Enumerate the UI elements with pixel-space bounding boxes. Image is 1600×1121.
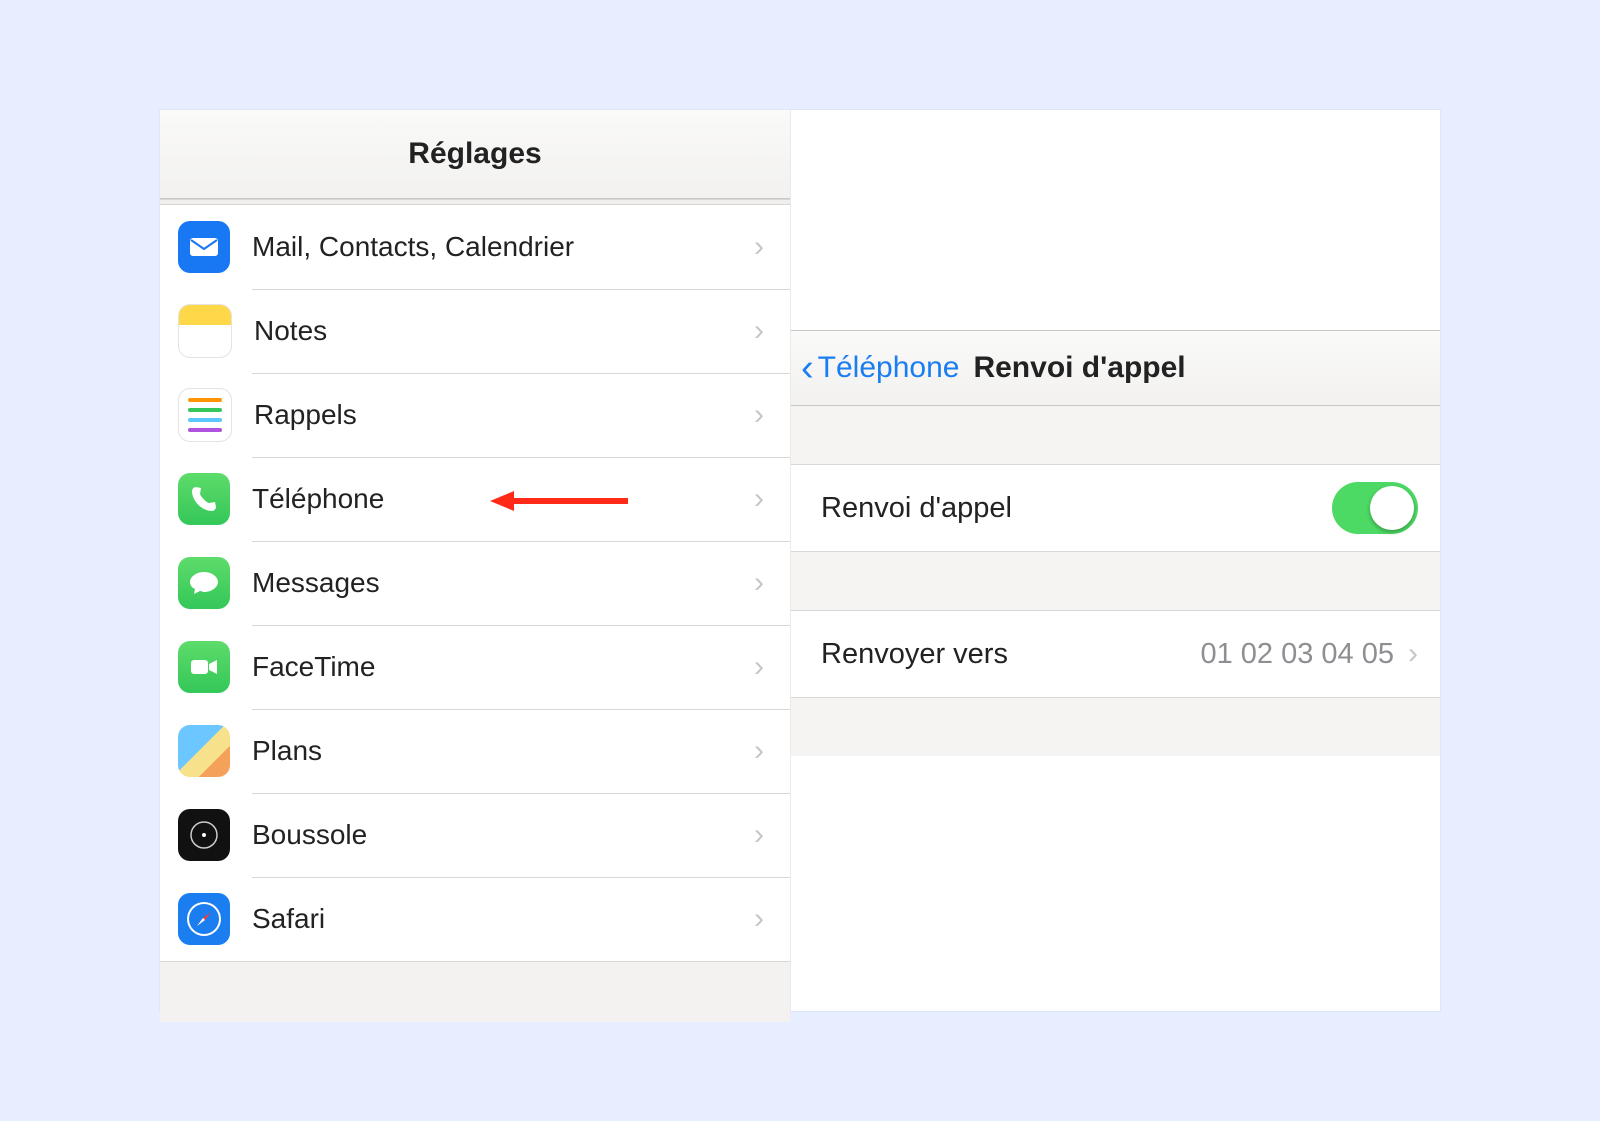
settings-item-compass[interactable]: Boussole ›	[160, 793, 790, 877]
forward-to-row[interactable]: Renvoyer vers 01 02 03 04 05 ›	[791, 610, 1440, 698]
settings-item-label: Notes	[254, 315, 754, 347]
reminders-icon	[178, 388, 232, 442]
screenshot-pair: Réglages Mail, Contacts, Calendrier › No…	[160, 110, 1440, 1011]
settings-item-label: Téléphone	[252, 483, 754, 515]
settings-item-label: Safari	[252, 903, 754, 935]
chevron-right-icon: ›	[754, 314, 790, 348]
messages-icon	[178, 557, 230, 609]
settings-item-label: Mail, Contacts, Calendrier	[252, 231, 754, 263]
call-forwarding-toggle-row[interactable]: Renvoi d'appel	[791, 464, 1440, 552]
chevron-right-icon: ›	[754, 818, 790, 852]
facetime-icon	[178, 641, 230, 693]
settings-item-messages[interactable]: Messages ›	[160, 541, 790, 625]
forward-to-value: 01 02 03 04 05	[1200, 638, 1394, 671]
settings-item-mail[interactable]: Mail, Contacts, Calendrier ›	[160, 205, 790, 289]
detail-navbar: ‹ Téléphone Renvoi d'appel	[791, 330, 1440, 406]
settings-navbar: Réglages	[160, 110, 790, 199]
notes-icon	[178, 304, 232, 358]
phone-icon	[178, 473, 230, 525]
settings-item-notes[interactable]: Notes ›	[160, 289, 790, 373]
detail-title: Renvoi d'appel	[973, 351, 1185, 385]
call-forwarding-toggle[interactable]	[1332, 482, 1418, 534]
settings-item-label: Rappels	[254, 399, 754, 431]
settings-item-label: Plans	[252, 735, 754, 767]
forward-to-label: Renvoyer vers	[821, 638, 1008, 671]
settings-item-label: FaceTime	[252, 651, 754, 683]
chevron-right-icon: ›	[754, 650, 790, 684]
section-gap	[791, 406, 1440, 464]
chevron-right-icon: ›	[1408, 637, 1418, 671]
back-button[interactable]: Téléphone	[818, 351, 960, 385]
section-gap	[791, 698, 1440, 756]
settings-item-phone[interactable]: Téléphone ›	[160, 457, 790, 541]
maps-icon	[178, 725, 230, 777]
call-forwarding-pane: ‹ Téléphone Renvoi d'appel Renvoi d'appe…	[791, 110, 1440, 1011]
chevron-right-icon: ›	[754, 566, 790, 600]
chevron-right-icon: ›	[754, 482, 790, 516]
chevron-right-icon: ›	[754, 734, 790, 768]
toggle-label: Renvoi d'appel	[821, 492, 1012, 525]
settings-item-label: Boussole	[252, 819, 754, 851]
list-footer-gap	[160, 961, 790, 1022]
compass-icon	[178, 809, 230, 861]
settings-item-reminders[interactable]: Rappels ›	[160, 373, 790, 457]
settings-item-safari[interactable]: Safari ›	[160, 877, 790, 961]
mail-icon	[178, 221, 230, 273]
settings-item-maps[interactable]: Plans ›	[160, 709, 790, 793]
blank-top	[791, 110, 1440, 330]
back-chevron-icon[interactable]: ‹	[801, 349, 814, 387]
settings-list: Mail, Contacts, Calendrier › Notes › Rap…	[160, 205, 790, 961]
section-gap	[791, 552, 1440, 610]
chevron-right-icon: ›	[754, 230, 790, 264]
chevron-right-icon: ›	[754, 398, 790, 432]
safari-icon	[178, 893, 230, 945]
settings-title: Réglages	[408, 137, 541, 171]
settings-item-facetime[interactable]: FaceTime ›	[160, 625, 790, 709]
chevron-right-icon: ›	[754, 902, 790, 936]
blank-bottom	[791, 756, 1440, 1011]
settings-pane: Réglages Mail, Contacts, Calendrier › No…	[160, 110, 791, 1011]
settings-item-label: Messages	[252, 567, 754, 599]
